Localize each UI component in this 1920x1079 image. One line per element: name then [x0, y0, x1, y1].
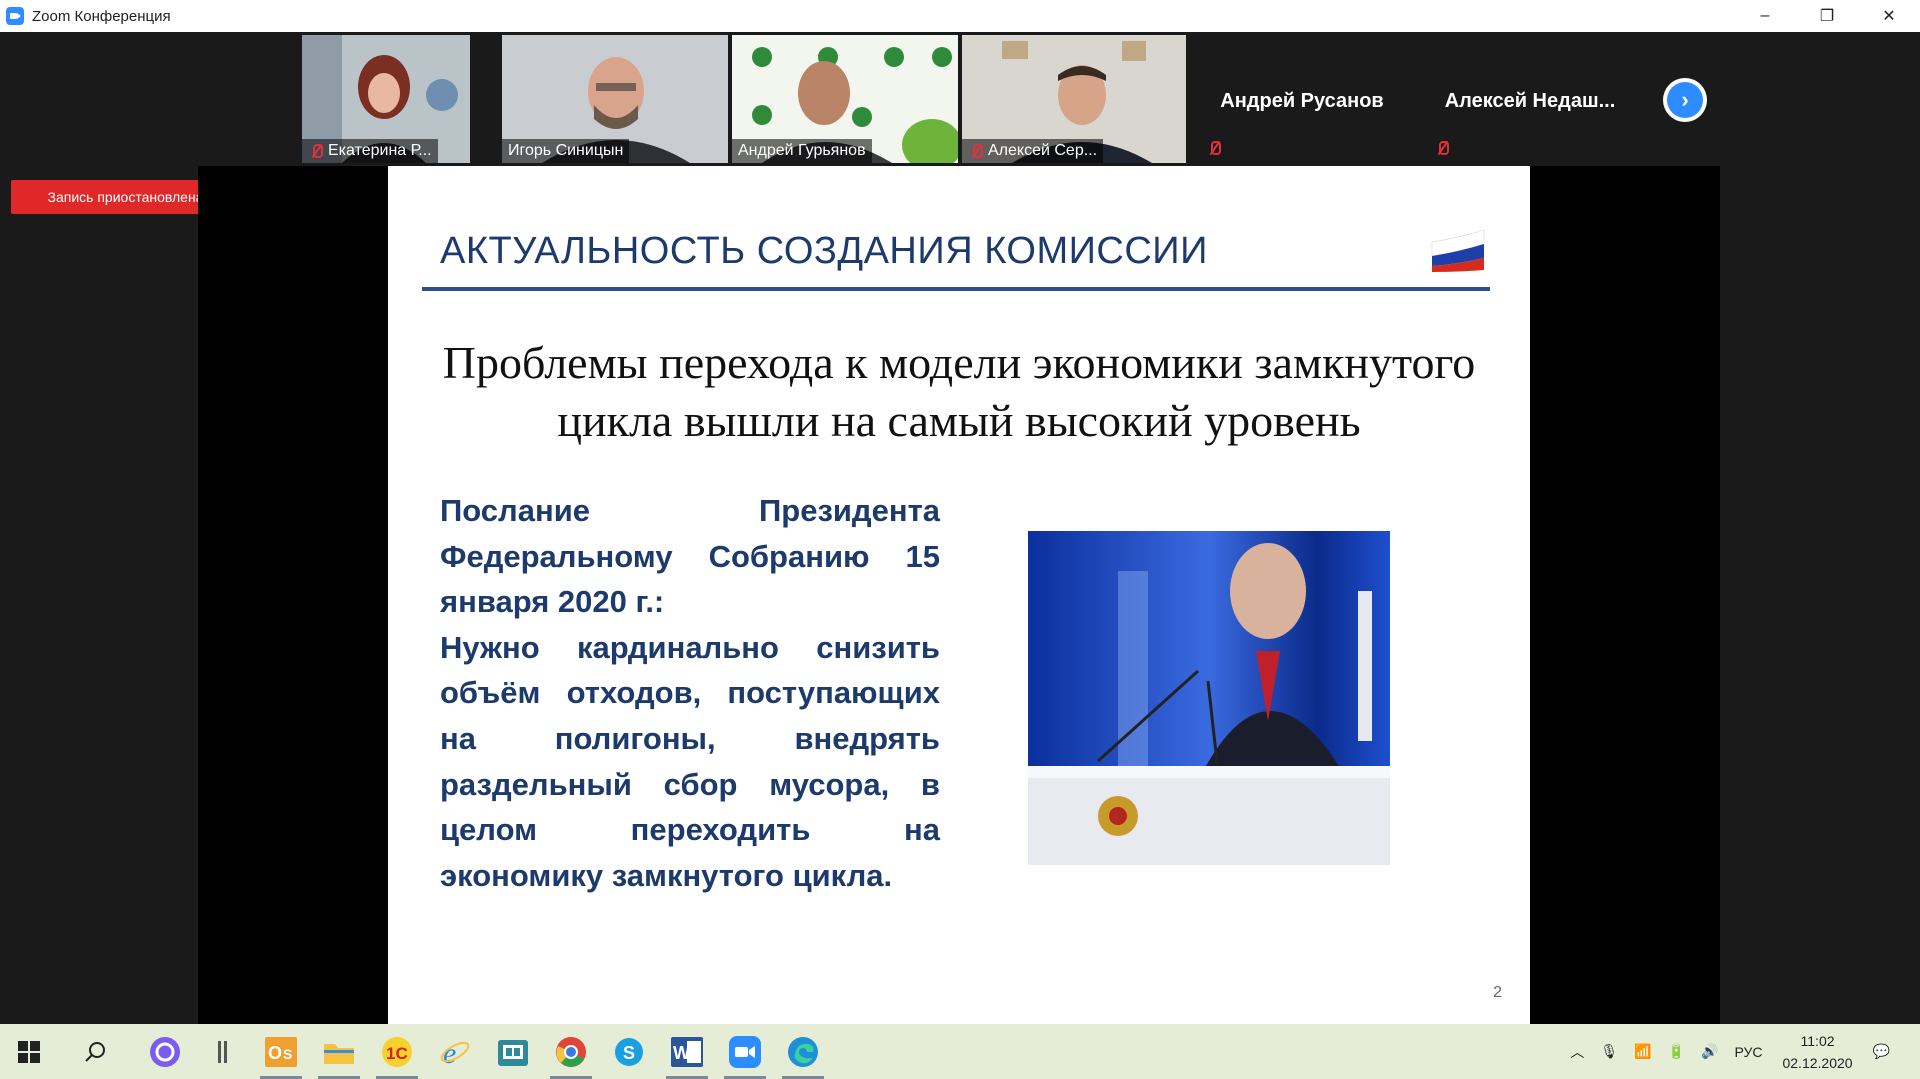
meeting-area: Екатерина Р... Игорь Синицын Андрей Гурь…: [0, 32, 1920, 1024]
participant-tile[interactable]: Игорь Синицын: [502, 35, 728, 163]
chevron-right-icon: ›: [1667, 82, 1703, 118]
mic-muted-icon: [308, 142, 324, 160]
participant-name: Алексей Сер...: [988, 142, 1098, 159]
1c-icon[interactable]: 1С: [368, 1024, 426, 1079]
participant-tile-no-video[interactable]: Алексей Недаш...: [1418, 35, 1642, 163]
svg-text:W: W: [673, 1043, 690, 1063]
windows-taskbar: OS 1С e S W ︿ 🎙 📶 🔋 🔊 РУС 11:02 02.12.20…: [0, 1024, 1920, 1079]
window-titlebar: Zoom Конференция – ❐ ✕: [0, 0, 1920, 32]
minimize-button[interactable]: –: [1734, 0, 1796, 32]
russian-flag-icon: [1431, 229, 1485, 272]
slide-body-paragraph: Нужно кардинально снизить объём отходов,…: [440, 629, 940, 893]
system-clock[interactable]: 11:02 02.12.2020: [1782, 1030, 1852, 1074]
participant-name: Андрей Русанов: [1220, 90, 1384, 112]
slide-title: АКТУАЛЬНОСТЬ СОЗДАНИЯ КОМИССИИ: [440, 230, 1208, 272]
window-title: Zoom Конференция: [32, 7, 171, 25]
microphone-icon[interactable]: 🎙: [1600, 1043, 1618, 1060]
notifications-icon[interactable]: 💬: [1873, 1043, 1890, 1060]
participant-name-bar: Екатерина Р...: [302, 139, 438, 163]
cortana-icon[interactable]: [136, 1024, 194, 1079]
slide-title-underline: [422, 287, 1490, 291]
clock-date: 02.12.2020: [1782, 1054, 1853, 1071]
slide-page-number: 2: [1493, 984, 1502, 1001]
edge-icon[interactable]: [774, 1024, 832, 1079]
participant-name-bar: Андрей Гурьянов: [732, 139, 872, 163]
chevron-up-icon[interactable]: ︿: [1570, 1042, 1584, 1062]
skype-icon[interactable]: S: [600, 1024, 658, 1079]
zoom-app-icon: [6, 7, 24, 25]
slide-headline: Проблемы перехода к модели экономики зам…: [398, 334, 1520, 450]
shared-screen: АКТУАЛЬНОСТЬ СОЗДАНИЯ КОМИССИИ Проблемы …: [198, 166, 1720, 1024]
outlook-icon[interactable]: OS: [252, 1024, 310, 1079]
store-icon[interactable]: [484, 1024, 542, 1079]
slide-body-text: Послание Президента Федеральному Собрани…: [440, 488, 940, 898]
participant-name: Екатерина Р...: [328, 142, 432, 159]
close-button[interactable]: ✕: [1858, 0, 1920, 32]
language-indicator[interactable]: РУС: [1734, 1044, 1762, 1060]
internet-explorer-icon[interactable]: e: [426, 1024, 484, 1079]
window-controls: – ❐ ✕: [1734, 0, 1920, 32]
svg-text:O: O: [268, 1043, 282, 1063]
participant-tile-active-speaker[interactable]: Андрей Гурьянов: [732, 35, 958, 163]
search-icon[interactable]: [66, 1024, 124, 1079]
participant-strip: Екатерина Р... Игорь Синицын Андрей Гурь…: [0, 32, 1920, 166]
restore-button[interactable]: ❐: [1796, 0, 1858, 32]
system-tray: ︿ 🎙 📶 🔋 🔊 РУС 11:02 02.12.2020 💬: [1562, 1024, 1920, 1079]
windows-start-icon[interactable]: [0, 1024, 58, 1079]
battery-icon[interactable]: 🔋: [1668, 1043, 1685, 1060]
slide-body-paragraph: Послание Президента Федеральному Собрани…: [440, 493, 940, 620]
file-explorer-icon[interactable]: [310, 1024, 368, 1079]
svg-text:1С: 1С: [386, 1044, 408, 1063]
word-icon[interactable]: W: [658, 1024, 716, 1079]
next-participants-button[interactable]: ›: [1663, 78, 1707, 122]
participant-name: Игорь Синицын: [508, 142, 624, 159]
svg-text:S: S: [283, 1046, 292, 1062]
wifi-icon[interactable]: 📶: [1634, 1043, 1651, 1060]
participant-name-bar: Алексей Сер...: [962, 139, 1104, 163]
slide-headline-line: цикла вышли на самый высокий уровень: [557, 395, 1361, 446]
clock-time: 11:02: [1800, 1032, 1835, 1049]
slide-headline-line: Проблемы перехода к модели экономики зам…: [442, 337, 1476, 388]
mic-muted-icon: [968, 142, 984, 160]
mic-muted-icon: [1434, 139, 1450, 157]
zoom-icon[interactable]: [716, 1024, 774, 1079]
participant-tile-no-video[interactable]: Андрей Русанов: [1190, 35, 1414, 163]
presentation-slide: АКТУАЛЬНОСТЬ СОЗДАНИЯ КОМИССИИ Проблемы …: [388, 166, 1530, 1024]
svg-text:S: S: [623, 1043, 635, 1063]
volume-icon[interactable]: 🔊: [1701, 1043, 1718, 1060]
participant-name: Алексей Недаш...: [1444, 90, 1616, 112]
participant-name: Андрей Гурьянов: [738, 142, 866, 159]
participant-tile[interactable]: Екатерина Р...: [302, 35, 470, 163]
participant-name-bar: Игорь Синицын: [502, 139, 630, 163]
chrome-icon[interactable]: [542, 1024, 600, 1079]
mic-muted-icon: [1206, 139, 1222, 157]
speaker-photo: [1028, 531, 1390, 865]
task-view-icon[interactable]: [194, 1024, 252, 1079]
participant-tile[interactable]: Алексей Сер...: [962, 35, 1186, 163]
